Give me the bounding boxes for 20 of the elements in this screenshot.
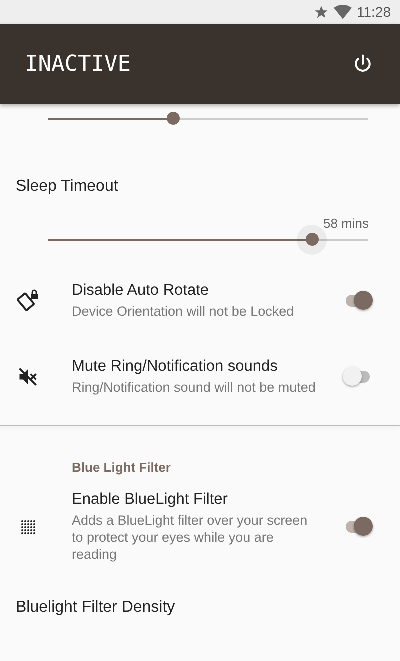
rotate-lock-icon: [16, 289, 40, 313]
setting-title: Enable BlueLight Filter: [72, 491, 229, 509]
setting-description: Ring/Notification sound will not be muted: [72, 379, 317, 396]
status-time: 11:28: [357, 4, 391, 20]
slider-thumb[interactable]: [306, 233, 319, 246]
setting-label: Sleep Timeout: [15, 178, 120, 196]
setting-title: Mute Ring/Notification sounds: [72, 358, 279, 376]
slider-reading: 58 mins: [323, 216, 369, 231]
star-icon: [314, 4, 329, 20]
wifi-icon: [334, 4, 352, 20]
dot-grid-icon: [20, 520, 36, 534]
power-icon[interactable]: [352, 53, 374, 75]
app-title: INACTIVE: [25, 52, 131, 76]
setting-label: Bluelight Filter Density: [15, 599, 176, 617]
section-header: Blue Light Filter: [71, 460, 172, 475]
setting-description: Device Orientation will not be Locked: [72, 303, 296, 320]
setting-title: Disable Auto Rotate: [72, 282, 210, 300]
slider-thumb[interactable]: [166, 112, 180, 125]
setting-description: Adds a BlueLight filter over your screen to protect your eyes while you are reading: [72, 512, 309, 563]
speaker-muted-icon: [17, 366, 39, 388]
